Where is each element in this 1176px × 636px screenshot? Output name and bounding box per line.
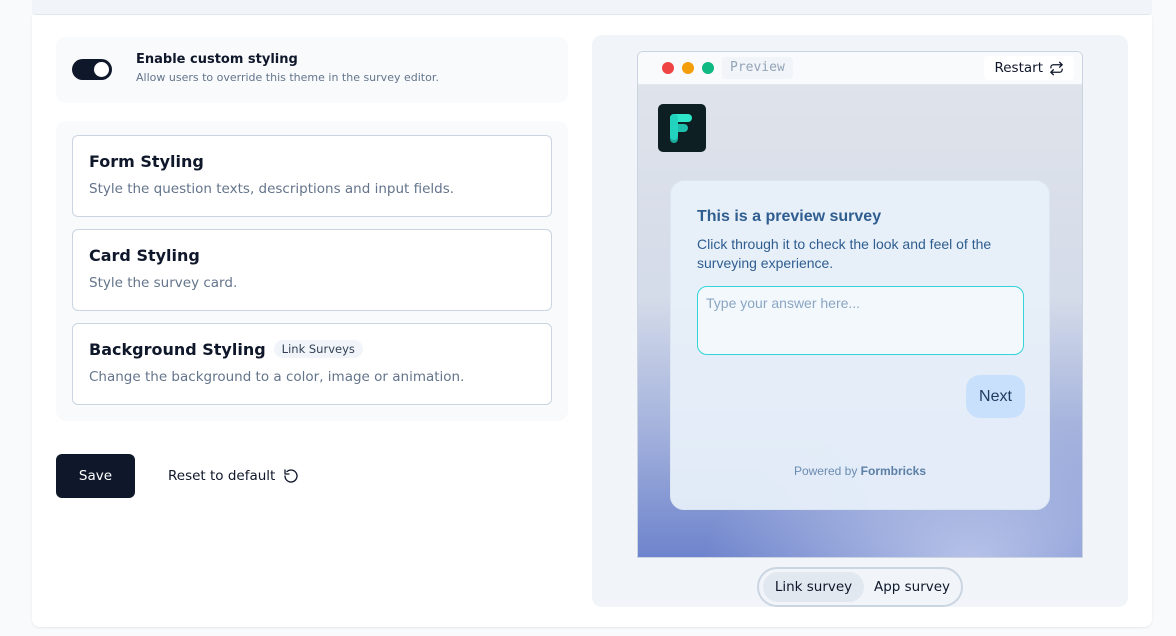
next-button[interactable]: Next [966, 375, 1025, 418]
switch-knob [94, 62, 109, 77]
survey-type-switch: Link survey App survey [757, 567, 963, 607]
background-styling-title: Background Styling [89, 340, 266, 359]
link-survey-tab[interactable]: Link survey [763, 572, 864, 602]
survey-title: This is a preview survey [697, 208, 882, 225]
background-styling-title-row: Background Styling Link Surveys [89, 340, 363, 359]
window-close-dot [662, 62, 674, 74]
card-styling-title: Card Styling [89, 246, 200, 265]
formbricks-logo [658, 104, 706, 152]
window-maximize-dot [702, 62, 714, 74]
form-styling-title: Form Styling [89, 152, 204, 171]
restart-button[interactable]: Restart [984, 56, 1074, 80]
styling-options-panel: Form Styling Style the question texts, d… [56, 121, 568, 421]
survey-background: This is a preview survey Click through i… [638, 85, 1082, 557]
card-styling-description: Style the survey card. [89, 275, 238, 291]
window-minimize-dot [682, 62, 694, 74]
card-styling-card[interactable]: Card Styling Style the survey card. [72, 229, 552, 311]
link-surveys-badge: Link Surveys [273, 340, 363, 358]
repeat-icon [1050, 61, 1063, 75]
custom-styling-description: Allow users to override this theme in th… [136, 71, 439, 84]
survey-subtitle: Click through it to check the look and f… [697, 236, 992, 271]
powered-by-prefix: Powered by [793, 464, 858, 478]
survey-answer-input[interactable] [697, 286, 1024, 355]
top-strip [32, 0, 1152, 15]
background-styling-description: Change the background to a color, image … [89, 369, 465, 385]
preview-browser-frame: Preview Restart This is a preview survey… [637, 51, 1083, 558]
rotate-ccw-icon [284, 469, 299, 483]
powered-by: Powered by Formbricks [671, 464, 1049, 478]
reset-label: Reset to default [168, 468, 276, 484]
custom-styling-title: Enable custom styling [136, 52, 298, 67]
preview-label: Preview [722, 57, 793, 79]
restart-label: Restart [994, 60, 1043, 76]
survey-card: This is a preview survey Click through i… [670, 180, 1050, 510]
background-styling-card[interactable]: Background Styling Link Surveys Change th… [72, 323, 552, 405]
form-styling-description: Style the question texts, descriptions a… [89, 181, 455, 197]
powered-by-brand[interactable]: Formbricks [861, 464, 926, 478]
app-survey-tab[interactable]: App survey [864, 572, 960, 602]
save-button[interactable]: Save [56, 454, 135, 498]
custom-styling-panel: Enable custom styling Allow users to ove… [56, 37, 568, 103]
preview-window-bar: Preview Restart [638, 52, 1082, 85]
form-styling-card[interactable]: Form Styling Style the question texts, d… [72, 135, 552, 217]
reset-to-default-button[interactable]: Reset to default [168, 454, 299, 498]
custom-styling-switch[interactable] [72, 59, 112, 80]
